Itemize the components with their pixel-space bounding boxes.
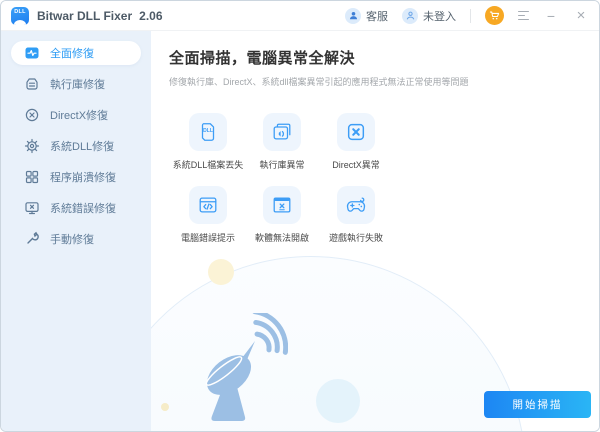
- runtime-card-icon: [263, 113, 301, 151]
- sidebar-item-directx-repair[interactable]: DirectX修復: [11, 103, 141, 127]
- issue-label: DirectX異常: [332, 160, 380, 170]
- sidebar-item-runtime-repair[interactable]: 執行庫修復: [11, 72, 141, 96]
- cart-icon: [489, 11, 500, 20]
- issue-label: 遊戲執行失敗: [328, 233, 383, 243]
- sidebar-item-manual-repair[interactable]: 手動修復: [11, 227, 141, 251]
- monitor-pulse-icon: [25, 47, 39, 59]
- issue-runtime-abnormal: 執行庫異常: [245, 113, 319, 171]
- monitor-x-icon: [25, 202, 39, 215]
- main-panel: 全面掃描，電腦異常全解決 修復執行庫、DirectX、系統dll檔案異常引起的應…: [151, 31, 599, 431]
- page-subtitle: 修復執行庫、DirectX、系統dll檔案異常引起的應用程式無法正常使用等問題: [169, 77, 469, 87]
- runtime-box-icon: [26, 78, 38, 90]
- start-scan-button[interactable]: 開始掃描: [484, 391, 591, 418]
- blue-circle-decoration: [316, 379, 360, 423]
- issue-error-prompt: 電腦錯誤提示: [171, 186, 245, 244]
- gear-icon: [24, 138, 40, 154]
- sidebar-item-label: DirectX修復: [50, 110, 109, 122]
- minimize-button[interactable]: −: [543, 8, 559, 24]
- sidebar-item-full-repair[interactable]: 全面修復: [11, 41, 141, 65]
- issue-label: 電腦錯誤提示: [180, 233, 235, 243]
- gamepad-icon: [337, 186, 375, 224]
- sidebar-item-label: 全面修復: [50, 48, 94, 60]
- sidebar-item-crash-repair[interactable]: 程序崩潰修復: [11, 165, 141, 189]
- sidebar-item-system-dll-repair[interactable]: 系統DLL修復: [11, 134, 141, 158]
- user-person-icon: [402, 7, 418, 24]
- login-button[interactable]: 未登入: [402, 7, 456, 24]
- app-logo-text: DLL: [14, 8, 26, 15]
- sidebar-item-label: 系統DLL修復: [50, 141, 115, 153]
- issue-label: 執行庫異常: [259, 160, 305, 170]
- wrench-icon: [27, 231, 39, 244]
- sidebar-item-label: 系統錯誤修復: [50, 203, 116, 215]
- app-version: 2.06: [139, 8, 163, 23]
- yellow-dot-decoration: [161, 403, 169, 411]
- app-logo-icon: DLL: [11, 6, 29, 25]
- sidebar-item-label: 程序崩潰修復: [50, 172, 116, 184]
- svg-text:DLL: DLL: [203, 128, 213, 134]
- sidebar-item-label: 手動修復: [50, 234, 94, 246]
- issue-dll-missing: DLL 系統DLL檔案丟失: [171, 113, 245, 171]
- issue-grid: DLL 系統DLL檔案丟失 執行庫異常 DirectX異常 電腦錯誤提示 軟體無…: [171, 113, 599, 244]
- support-person-icon: [345, 7, 361, 24]
- login-label: 未登入: [423, 10, 456, 23]
- sidebar-item-system-error-repair[interactable]: 系統錯誤修復: [11, 196, 141, 220]
- issue-label: 系統DLL檔案丟失: [172, 160, 244, 170]
- yellow-circle-decoration: [208, 259, 234, 285]
- support-button[interactable]: 客服: [345, 7, 388, 24]
- dll-file-icon: DLL: [189, 113, 227, 151]
- issue-label: 軟體無法開啟: [254, 233, 309, 243]
- circle-x-icon: [25, 108, 39, 122]
- menu-button[interactable]: [518, 10, 529, 21]
- app-window: DLL Bitwar DLL Fixer 2.06 客服 未登入 − × 全面修…: [0, 0, 600, 432]
- support-label: 客服: [366, 10, 388, 23]
- sidebar: 全面修復 執行庫修復 DirectX修復 系統DLL修復 程序崩潰修復 系統錯誤: [1, 31, 151, 431]
- issue-directx-abnormal: DirectX異常: [319, 113, 393, 171]
- titlebar-divider: [470, 8, 471, 23]
- grid-squares-icon: [25, 170, 39, 184]
- titlebar: DLL Bitwar DLL Fixer 2.06 客服 未登入 − ×: [1, 1, 599, 31]
- app-title: Bitwar DLL Fixer: [37, 8, 133, 23]
- issue-game-fail: 遊戲執行失敗: [319, 186, 393, 244]
- close-button[interactable]: ×: [573, 8, 589, 24]
- error-window-icon: [263, 186, 301, 224]
- cart-button[interactable]: [485, 6, 504, 25]
- page-title: 全面掃描，電腦異常全解決: [169, 50, 356, 67]
- sidebar-item-label: 執行庫修復: [50, 79, 105, 91]
- x-square-icon: [337, 113, 375, 151]
- satellite-dish-illustration: [205, 313, 288, 421]
- issue-app-wont-open: 軟體無法開啟: [245, 186, 319, 244]
- code-window-icon: [189, 186, 227, 224]
